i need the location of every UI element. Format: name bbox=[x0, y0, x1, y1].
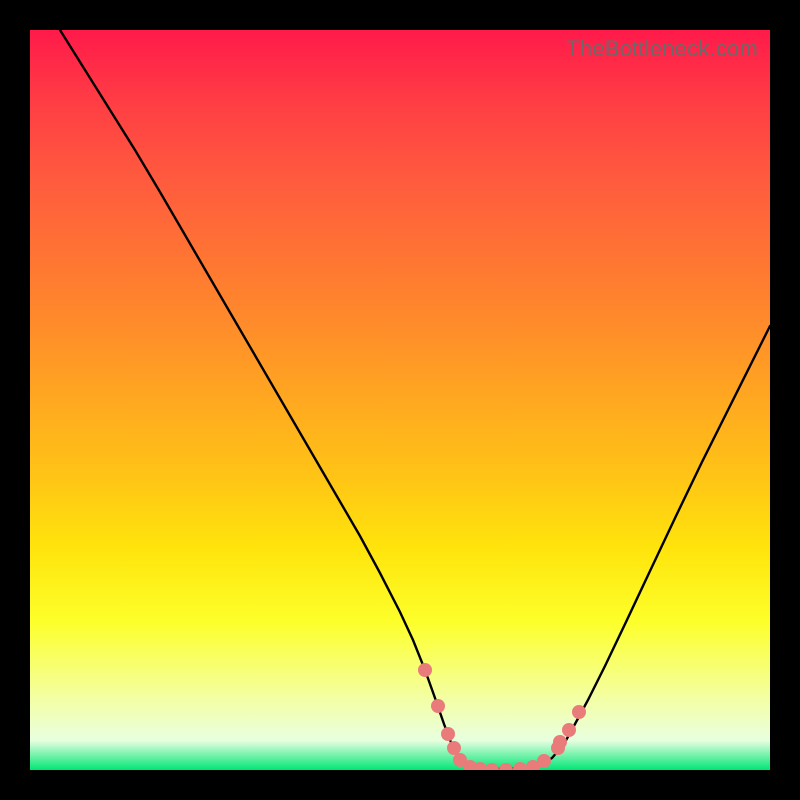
data-dot bbox=[553, 735, 567, 749]
data-dot bbox=[572, 705, 586, 719]
data-dot bbox=[562, 723, 576, 737]
data-dot bbox=[431, 699, 445, 713]
dots-group bbox=[418, 663, 586, 770]
data-dot bbox=[499, 763, 513, 770]
data-dot bbox=[447, 741, 461, 755]
dots-layer bbox=[30, 30, 770, 770]
watermark-text: TheBottleneck.com bbox=[566, 36, 758, 62]
data-dot bbox=[418, 663, 432, 677]
data-dot bbox=[537, 754, 551, 768]
chart-plot-area: TheBottleneck.com bbox=[30, 30, 770, 770]
data-dot bbox=[485, 763, 499, 770]
data-dot bbox=[513, 762, 527, 770]
data-dot bbox=[441, 727, 455, 741]
